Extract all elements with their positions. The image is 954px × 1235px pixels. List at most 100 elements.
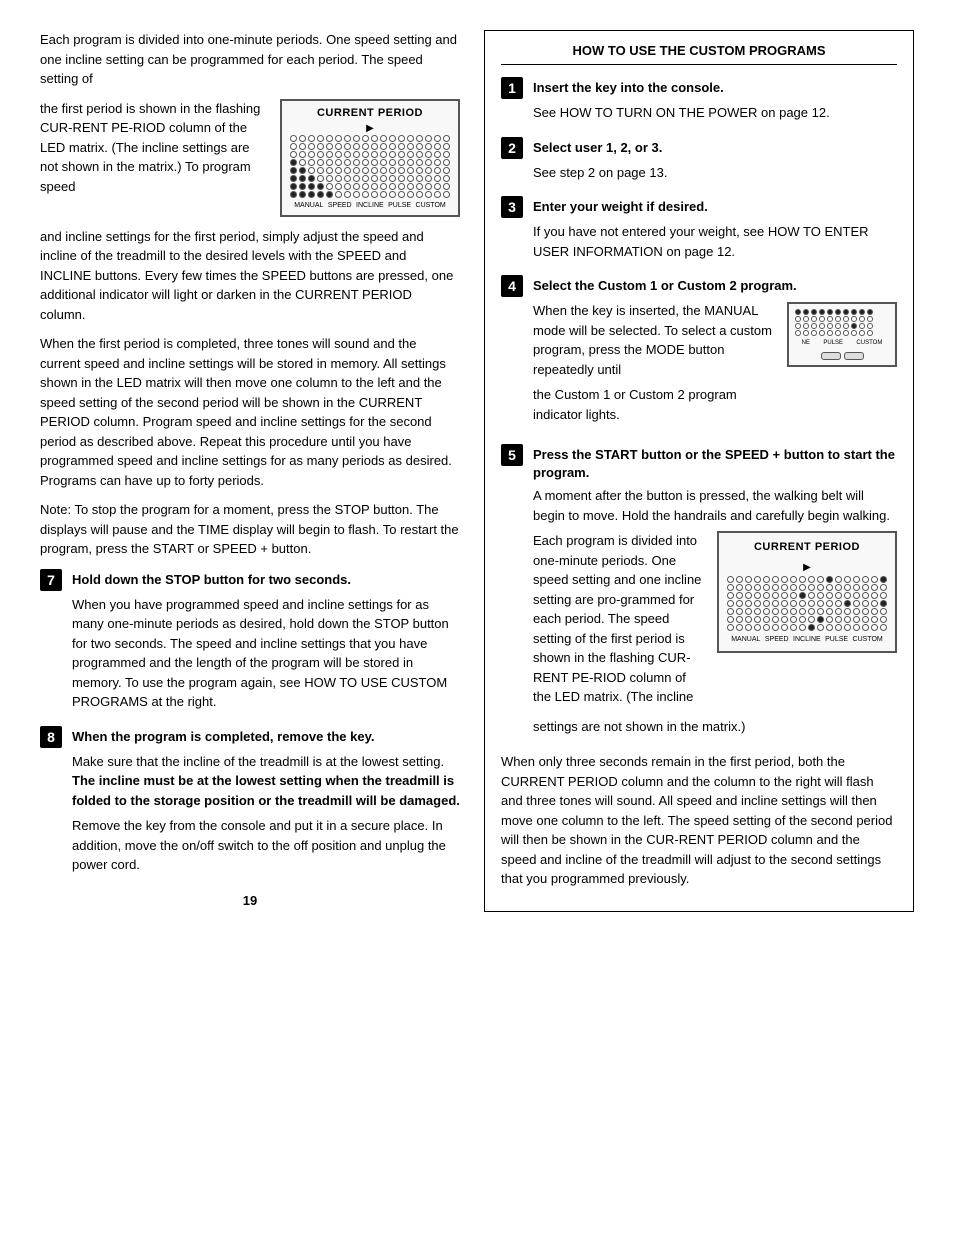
step8-title: When the program is completed, remove th… xyxy=(72,726,374,746)
s5-row2 xyxy=(727,584,887,591)
para2: and incline settings for the first perio… xyxy=(40,227,460,325)
right-step3-number: 3 xyxy=(501,196,523,218)
dot xyxy=(772,592,779,599)
dot xyxy=(844,600,851,607)
dot xyxy=(808,608,815,615)
dot xyxy=(416,167,423,174)
dot xyxy=(790,624,797,631)
dot xyxy=(811,316,817,322)
led-matrix: ▶ xyxy=(290,123,450,209)
dot xyxy=(434,151,441,158)
dot xyxy=(335,159,342,166)
led-label-manual: MANUAL xyxy=(294,202,323,209)
step7-text: When you have programmed speed and incli… xyxy=(72,595,460,712)
dot xyxy=(754,608,761,615)
dot xyxy=(389,183,396,190)
dot xyxy=(317,167,324,174)
dot xyxy=(827,309,833,315)
dot xyxy=(880,584,887,591)
dot xyxy=(425,135,432,142)
led-row-4 xyxy=(290,159,450,166)
right-step5-text1: A moment after the button is pressed, th… xyxy=(533,486,897,525)
dot xyxy=(407,175,414,182)
dot xyxy=(443,183,450,190)
dot xyxy=(299,175,306,182)
dot xyxy=(817,624,824,631)
right-bottom-para1: When only three seconds remain in the fi… xyxy=(501,752,897,889)
dot xyxy=(326,183,333,190)
dot xyxy=(290,167,297,174)
dot xyxy=(362,135,369,142)
dot xyxy=(862,592,869,599)
dot xyxy=(826,616,833,623)
dot xyxy=(859,330,865,336)
right-step2-block: 2 Select user 1, 2, or 3. See step 2 on … xyxy=(501,137,897,183)
dot xyxy=(862,624,869,631)
dot xyxy=(727,600,734,607)
figure-block: the first period is shown in the flashin… xyxy=(40,99,460,217)
dot xyxy=(353,175,360,182)
step4-body1: When the key is inserted, the MANUAL mod… xyxy=(533,301,775,379)
dot xyxy=(290,183,297,190)
dot xyxy=(344,191,351,198)
step4-figure: NE PULSE CUSTOM xyxy=(787,301,897,367)
dot xyxy=(862,600,869,607)
led-label-speed: SPEED xyxy=(328,202,352,209)
dot xyxy=(380,143,387,150)
dot xyxy=(736,576,743,583)
dot xyxy=(443,143,450,150)
dot xyxy=(827,323,833,329)
dot xyxy=(326,143,333,150)
dot xyxy=(425,191,432,198)
label-custom: CUSTOM xyxy=(853,635,883,646)
right-step1-text: See HOW TO TURN ON THE POWER on page 12. xyxy=(533,103,897,123)
led-row-7 xyxy=(290,183,450,190)
dot xyxy=(745,608,752,615)
label-custom: CUSTOM xyxy=(856,339,882,348)
dot xyxy=(790,584,797,591)
dot xyxy=(727,624,734,631)
dot xyxy=(851,330,857,336)
right-step3-body: If you have not entered your weight, see… xyxy=(501,222,897,261)
dot xyxy=(871,592,878,599)
dot xyxy=(781,600,788,607)
dot xyxy=(407,167,414,174)
s5-row4 xyxy=(727,600,887,607)
dot xyxy=(326,167,333,174)
dot xyxy=(763,592,770,599)
dot xyxy=(826,584,833,591)
dot xyxy=(326,151,333,158)
dot xyxy=(371,183,378,190)
label-pulse: PULSE xyxy=(823,339,843,348)
right-step5-header: 5 Press the START button or the SPEED + … xyxy=(501,444,897,482)
dot xyxy=(389,135,396,142)
dot xyxy=(335,175,342,182)
dot xyxy=(844,616,851,623)
dot xyxy=(880,624,887,631)
s5-row7 xyxy=(727,624,887,631)
dot xyxy=(398,135,405,142)
dot xyxy=(835,316,841,322)
right-step1-block: 1 Insert the key into the console. See H… xyxy=(501,77,897,123)
dot xyxy=(434,135,441,142)
left-column: Each program is divided into one-minute … xyxy=(40,30,460,912)
dot xyxy=(344,183,351,190)
dot xyxy=(371,175,378,182)
dot xyxy=(317,191,324,198)
dot xyxy=(443,175,450,182)
right-step1-header: 1 Insert the key into the console. xyxy=(501,77,897,99)
dot xyxy=(853,592,860,599)
dot xyxy=(772,616,779,623)
dot xyxy=(799,608,806,615)
dot xyxy=(398,191,405,198)
dot xyxy=(851,316,857,322)
led-labels: MANUAL SPEED INCLINE PULSE CUSTOM xyxy=(290,202,450,209)
dot xyxy=(781,584,788,591)
dot xyxy=(808,616,815,623)
dot xyxy=(389,191,396,198)
right-step4-header: 4 Select the Custom 1 or Custom 2 progra… xyxy=(501,275,897,297)
dot xyxy=(353,135,360,142)
dot xyxy=(808,624,815,631)
right-step5-number: 5 xyxy=(501,444,523,466)
dot xyxy=(859,309,865,315)
